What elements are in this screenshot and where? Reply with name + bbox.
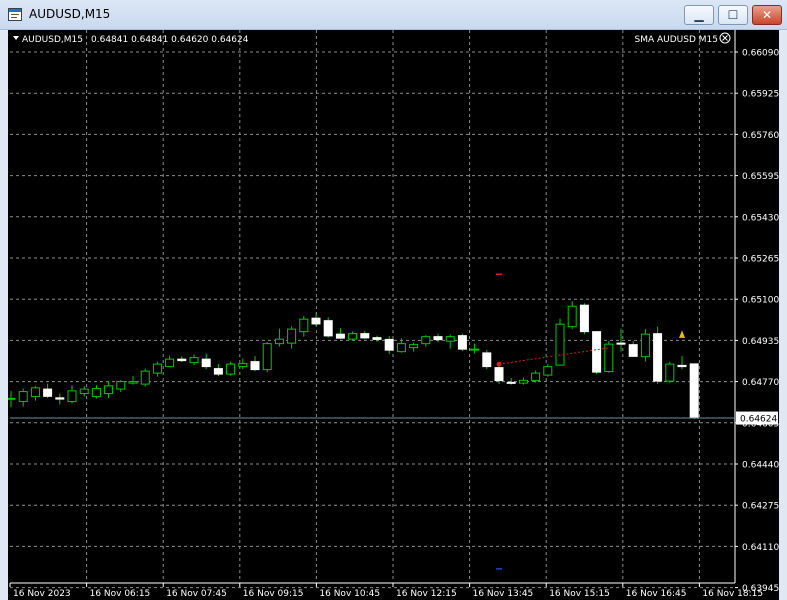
- candle-body: [128, 381, 138, 384]
- candle-body: [689, 363, 699, 419]
- candle-body: [433, 336, 443, 341]
- candle-body: [55, 397, 65, 400]
- price-axis-label: 0.65100: [742, 296, 779, 306]
- candle-body: [360, 333, 370, 339]
- time-axis-label: 16 Nov 2023: [13, 589, 71, 599]
- minimize-button[interactable]: ▁: [684, 5, 714, 25]
- time-axis-label: 16 Nov 06:15: [90, 589, 151, 599]
- candle-body: [177, 358, 187, 362]
- window-title: AUDUSD,M15: [29, 7, 111, 21]
- price-axis-label: 0.66090: [742, 49, 779, 59]
- candle-body: [104, 385, 114, 395]
- time-axis-label: 16 Nov 10:45: [319, 589, 380, 599]
- candle-body: [323, 320, 333, 337]
- candle-body: [445, 336, 455, 342]
- candle-body: [384, 338, 394, 351]
- candle-body: [152, 363, 162, 374]
- candle-body: [555, 323, 565, 366]
- price-axis-label: 0.64110: [742, 543, 779, 553]
- current-price-label: 0.64624: [740, 415, 777, 425]
- candle-body: [201, 358, 211, 368]
- indicator-label: SMA AUDUSD M15: [635, 35, 718, 45]
- price-axis-label: 0.65760: [742, 131, 779, 141]
- candle-body: [67, 390, 77, 403]
- candle-body: [616, 342, 626, 345]
- candle-body: [457, 335, 467, 350]
- candle-body: [213, 368, 223, 375]
- candle-body: [567, 305, 577, 328]
- candle-body: [518, 379, 528, 384]
- candle-body: [250, 361, 260, 371]
- candle-body: [348, 333, 358, 340]
- candle-body: [506, 381, 516, 384]
- price-axis-label: 0.64935: [742, 337, 779, 347]
- price-axis-label: 0.64275: [742, 502, 779, 512]
- candle-body: [494, 367, 504, 382]
- time-axis-label: 16 Nov 12:15: [396, 589, 457, 599]
- chart-symbol-label: AUDUSD,M15: [22, 35, 83, 45]
- candle-body: [640, 333, 650, 358]
- candle-body: [409, 344, 419, 349]
- window-titlebar: AUDUSD,M15 ▁ ☐ ✕: [0, 0, 787, 30]
- candle-body: [677, 364, 687, 368]
- candle-body: [287, 328, 297, 344]
- price-axis-label: 0.64770: [742, 378, 779, 388]
- time-axis-label: 16 Nov 18:15: [702, 589, 763, 599]
- window-frame-right: [779, 30, 787, 600]
- candle-body: [579, 304, 589, 333]
- time-axis-label: 16 Nov 13:45: [473, 589, 534, 599]
- candle-body: [543, 366, 553, 376]
- candle-body: [262, 343, 272, 371]
- candle-body: [8, 397, 16, 400]
- price-axis-label: 0.65595: [742, 172, 779, 182]
- candle-body: [470, 348, 480, 351]
- candle-body: [653, 333, 663, 382]
- price-axis-label: 0.65430: [742, 213, 779, 223]
- candle-body: [421, 336, 431, 345]
- candle-body: [91, 388, 101, 398]
- price-axis-label: 0.64440: [742, 461, 779, 471]
- candle-body: [531, 372, 541, 382]
- price-axis-label: 0.65925: [742, 90, 779, 100]
- candle-body: [30, 387, 40, 398]
- candle-body: [79, 388, 89, 395]
- price-axis-label: 0.65265: [742, 255, 779, 265]
- time-axis-label: 16 Nov 09:15: [243, 589, 304, 599]
- trade-entry-marker: [496, 361, 502, 367]
- candle-body: [482, 352, 492, 368]
- candle-body: [299, 318, 309, 333]
- candle-body: [311, 317, 321, 325]
- candle-body: [372, 337, 382, 340]
- candle-body: [238, 363, 248, 368]
- chart-window-icon: [8, 8, 22, 21]
- time-axis-label: 16 Nov 15:15: [549, 589, 610, 599]
- candle-body: [396, 343, 406, 353]
- candle-body: [628, 344, 638, 357]
- candle-body: [592, 331, 602, 373]
- ohlc-readout: 0.64841 0.64841 0.64620 0.64624: [91, 35, 249, 45]
- time-axis-label: 16 Nov 07:45: [166, 589, 227, 599]
- candle-body: [274, 338, 284, 345]
- time-axis-label: 16 Nov 16:45: [626, 589, 687, 599]
- candle-body: [116, 381, 126, 390]
- candle-body: [226, 363, 236, 375]
- window-frame-left: [0, 30, 8, 600]
- candle-body: [18, 391, 28, 403]
- candle-body: [665, 363, 675, 382]
- candle-body: [165, 358, 175, 368]
- candle-body: [140, 370, 150, 385]
- candle-body: [189, 357, 199, 364]
- maximize-button[interactable]: ☐: [718, 5, 748, 25]
- candle-body: [335, 333, 345, 339]
- price-chart[interactable]: 0.66090 0.65925 0.65760 0.65595 0.65430 0.652…: [8, 30, 779, 600]
- close-button[interactable]: ✕: [752, 5, 782, 25]
- candle-body: [43, 388, 53, 397]
